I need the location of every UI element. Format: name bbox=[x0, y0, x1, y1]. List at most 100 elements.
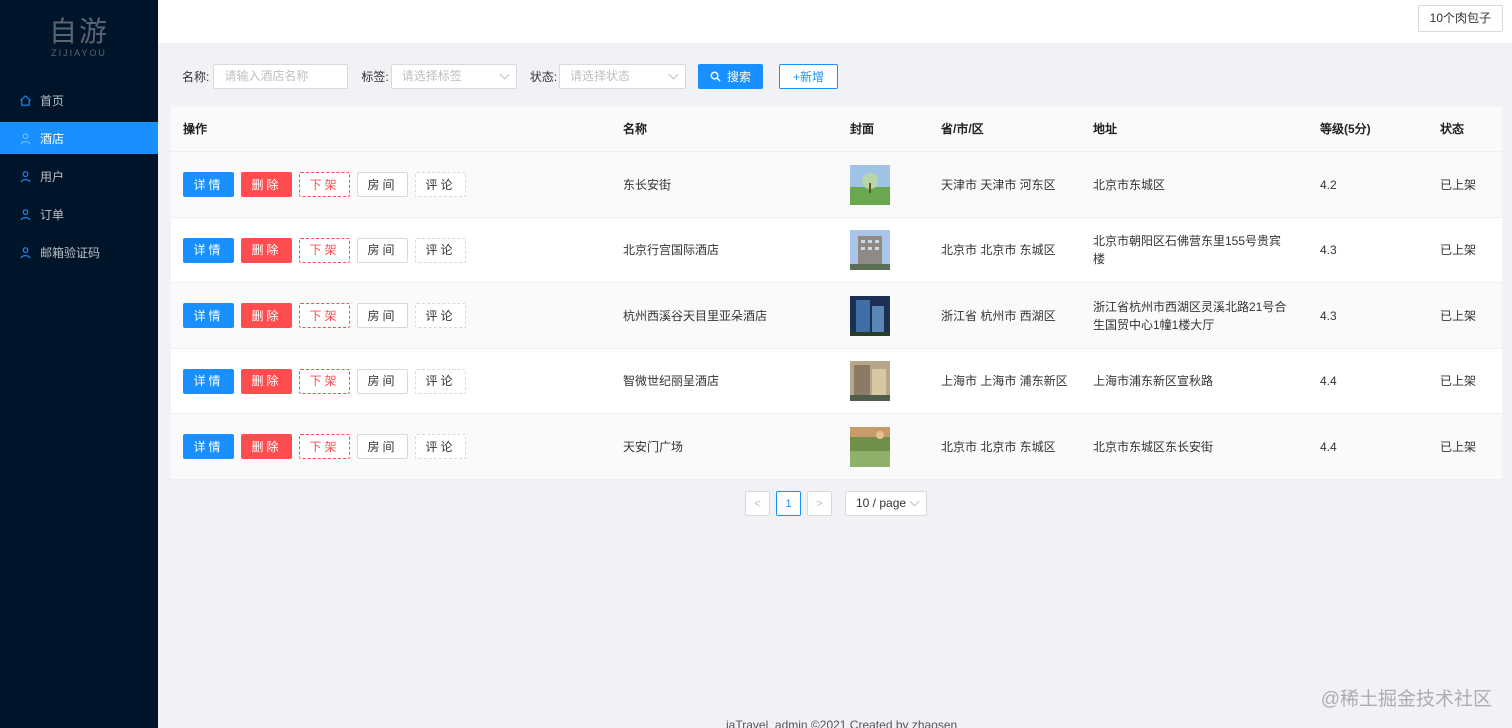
cover-image-graphic bbox=[850, 426, 890, 467]
page-size-value: 10 / page bbox=[856, 496, 907, 510]
table-row: 详情 删除 下架 房间 评论 北京行宫国际酒店 北京市 北京市 东城区 北京市朝… bbox=[171, 218, 1502, 283]
comments-button[interactable]: 评论 bbox=[415, 368, 466, 394]
address: 北京市朝阳区石佛营东里155号贵宾楼 bbox=[1093, 234, 1282, 266]
column-header-address: 地址 bbox=[1093, 122, 1118, 136]
row-actions: 详情 删除 下架 房间 评论 bbox=[183, 414, 473, 479]
prev-page-button[interactable]: < bbox=[745, 491, 770, 516]
column-header-region: 省/市/区 bbox=[941, 122, 984, 136]
search-button-label: 搜索 bbox=[727, 69, 752, 84]
tag-select[interactable]: 请选择标签 bbox=[390, 63, 517, 89]
region: 北京市 北京市 东城区 bbox=[941, 243, 1056, 257]
address: 浙江省杭州市西湖区灵溪北路21号合生国贸中心1幢1楼大厅 bbox=[1093, 299, 1287, 332]
chevron-down-icon bbox=[909, 496, 920, 507]
hotel-name: 智微世纪丽呈酒店 bbox=[623, 374, 720, 388]
user-icon bbox=[18, 245, 32, 259]
page-size-select[interactable]: 10 / page bbox=[845, 491, 927, 516]
row-actions: 详情 删除 下架 房间 评论 bbox=[183, 218, 473, 283]
detail-button[interactable]: 详情 bbox=[183, 434, 234, 459]
cover-image bbox=[850, 218, 890, 283]
status: 已上架 bbox=[1440, 177, 1477, 192]
rating: 4.2 bbox=[1320, 177, 1337, 192]
column-header-rating: 等级(5分) bbox=[1320, 122, 1371, 136]
logo-sub-text: ZIJIAYOU bbox=[51, 48, 107, 58]
delete-button[interactable]: 删除 bbox=[241, 237, 292, 263]
hotel-name: 北京行宫国际酒店 bbox=[623, 243, 720, 257]
address: 上海市浦东新区宣秋路 bbox=[1093, 374, 1214, 388]
row-actions: 详情 删除 下架 房间 评论 bbox=[183, 152, 473, 217]
offline-button[interactable]: 下架 bbox=[299, 368, 350, 394]
rating: 4.4 bbox=[1320, 439, 1337, 454]
status-select-placeholder: 请选择状态 bbox=[570, 68, 631, 83]
offline-button[interactable]: 下架 bbox=[299, 237, 350, 263]
rooms-button[interactable]: 房间 bbox=[357, 303, 408, 328]
detail-button[interactable]: 详情 bbox=[183, 303, 234, 328]
search-icon bbox=[710, 71, 721, 82]
status: 已上架 bbox=[1440, 243, 1477, 257]
pagination: < 1 > 10 / page bbox=[745, 491, 927, 516]
offline-button[interactable]: 下架 bbox=[299, 434, 350, 459]
rating: 4.3 bbox=[1320, 243, 1337, 257]
rooms-button[interactable]: 房间 bbox=[357, 434, 408, 459]
rating: 4.3 bbox=[1320, 308, 1337, 323]
sidebar-item-hotel[interactable]: 酒店 bbox=[0, 122, 158, 154]
logo: 自游 ZIJIAYOU bbox=[0, 0, 158, 64]
chevron-down-icon bbox=[499, 69, 510, 79]
column-header-actions: 操作 bbox=[183, 122, 208, 136]
address: 北京市东城区东长安街 bbox=[1093, 439, 1214, 454]
cover-image-graphic bbox=[850, 230, 890, 270]
delete-button[interactable]: 删除 bbox=[241, 303, 292, 328]
search-button[interactable]: 搜索 bbox=[698, 63, 764, 89]
rooms-button[interactable]: 房间 bbox=[357, 368, 408, 394]
comments-button[interactable]: 评论 bbox=[415, 434, 466, 459]
delete-button[interactable]: 删除 bbox=[241, 368, 292, 394]
comments-button[interactable]: 评论 bbox=[415, 172, 466, 197]
chevron-down-icon bbox=[668, 69, 679, 79]
offline-button[interactable]: 下架 bbox=[299, 303, 350, 328]
hotel-name: 东长安街 bbox=[623, 177, 672, 192]
cover-image bbox=[850, 152, 890, 217]
status: 已上架 bbox=[1440, 308, 1477, 323]
hotel-name: 天安门广场 bbox=[623, 439, 684, 454]
page-1-button[interactable]: 1 bbox=[776, 491, 801, 516]
hotel-name-input[interactable]: 请输入酒店名称 bbox=[213, 63, 349, 89]
user-icon bbox=[18, 207, 32, 221]
offline-button[interactable]: 下架 bbox=[299, 172, 350, 197]
sidebar-menu: 首页 酒店 用户 订单 邮箱验证码 bbox=[0, 84, 158, 268]
address: 北京市东城区 bbox=[1093, 177, 1166, 192]
sidebar-item-user[interactable]: 用户 bbox=[0, 160, 158, 192]
cover-image-graphic bbox=[850, 164, 890, 205]
detail-button[interactable]: 详情 bbox=[183, 368, 234, 394]
sidebar-item-email-code[interactable]: 邮箱验证码 bbox=[0, 236, 158, 268]
delete-button[interactable]: 删除 bbox=[241, 434, 292, 459]
cover-image bbox=[850, 349, 890, 414]
sidebar-item-home[interactable]: 首页 bbox=[0, 84, 158, 116]
rooms-button[interactable]: 房间 bbox=[357, 172, 408, 197]
footer-text: iaTravel_admin ©2021 Created by zhaosen bbox=[726, 718, 958, 728]
add-button[interactable]: +新增 bbox=[779, 63, 839, 89]
search-bar: 名称: 请输入酒店名称 标签: 请选择标签 状态: 请选择状态 搜索 +新增 bbox=[182, 63, 839, 89]
table-row: 详情 删除 下架 房间 评论 智微世纪丽呈酒店 上海市 上海市 浦东新区 上海市… bbox=[171, 349, 1502, 414]
next-page-button[interactable]: > bbox=[807, 491, 832, 516]
hotel-name: 杭州西溪谷天目里亚朵酒店 bbox=[623, 308, 768, 323]
comments-button[interactable]: 评论 bbox=[415, 237, 466, 263]
sidebar-item-label: 邮箱验证码 bbox=[40, 245, 101, 260]
sidebar-item-label: 用户 bbox=[40, 169, 65, 184]
rooms-button[interactable]: 房间 bbox=[357, 237, 408, 263]
status-label: 状态: bbox=[529, 69, 558, 84]
user-menu-button[interactable]: 10个肉包子 bbox=[1417, 5, 1503, 32]
sidebar-item-order[interactable]: 订单 bbox=[0, 198, 158, 230]
name-label: 名称: bbox=[182, 69, 210, 84]
status-select[interactable]: 请选择状态 bbox=[559, 63, 687, 89]
home-icon bbox=[18, 93, 32, 107]
comments-button[interactable]: 评论 bbox=[415, 303, 466, 328]
status: 已上架 bbox=[1440, 374, 1477, 388]
column-header-status: 状态 bbox=[1440, 122, 1465, 136]
detail-button[interactable]: 详情 bbox=[183, 172, 234, 197]
region: 浙江省 杭州市 西湖区 bbox=[941, 308, 1056, 323]
logo-main-text: 自游 bbox=[48, 15, 109, 48]
table-header: 操作 名称 封面 省/市/区 地址 等级(5分) 状态 bbox=[171, 107, 1502, 152]
delete-button[interactable]: 删除 bbox=[241, 172, 292, 197]
detail-button[interactable]: 详情 bbox=[183, 237, 234, 263]
sidebar-item-label: 订单 bbox=[40, 207, 65, 222]
sidebar-item-label: 首页 bbox=[40, 93, 65, 108]
